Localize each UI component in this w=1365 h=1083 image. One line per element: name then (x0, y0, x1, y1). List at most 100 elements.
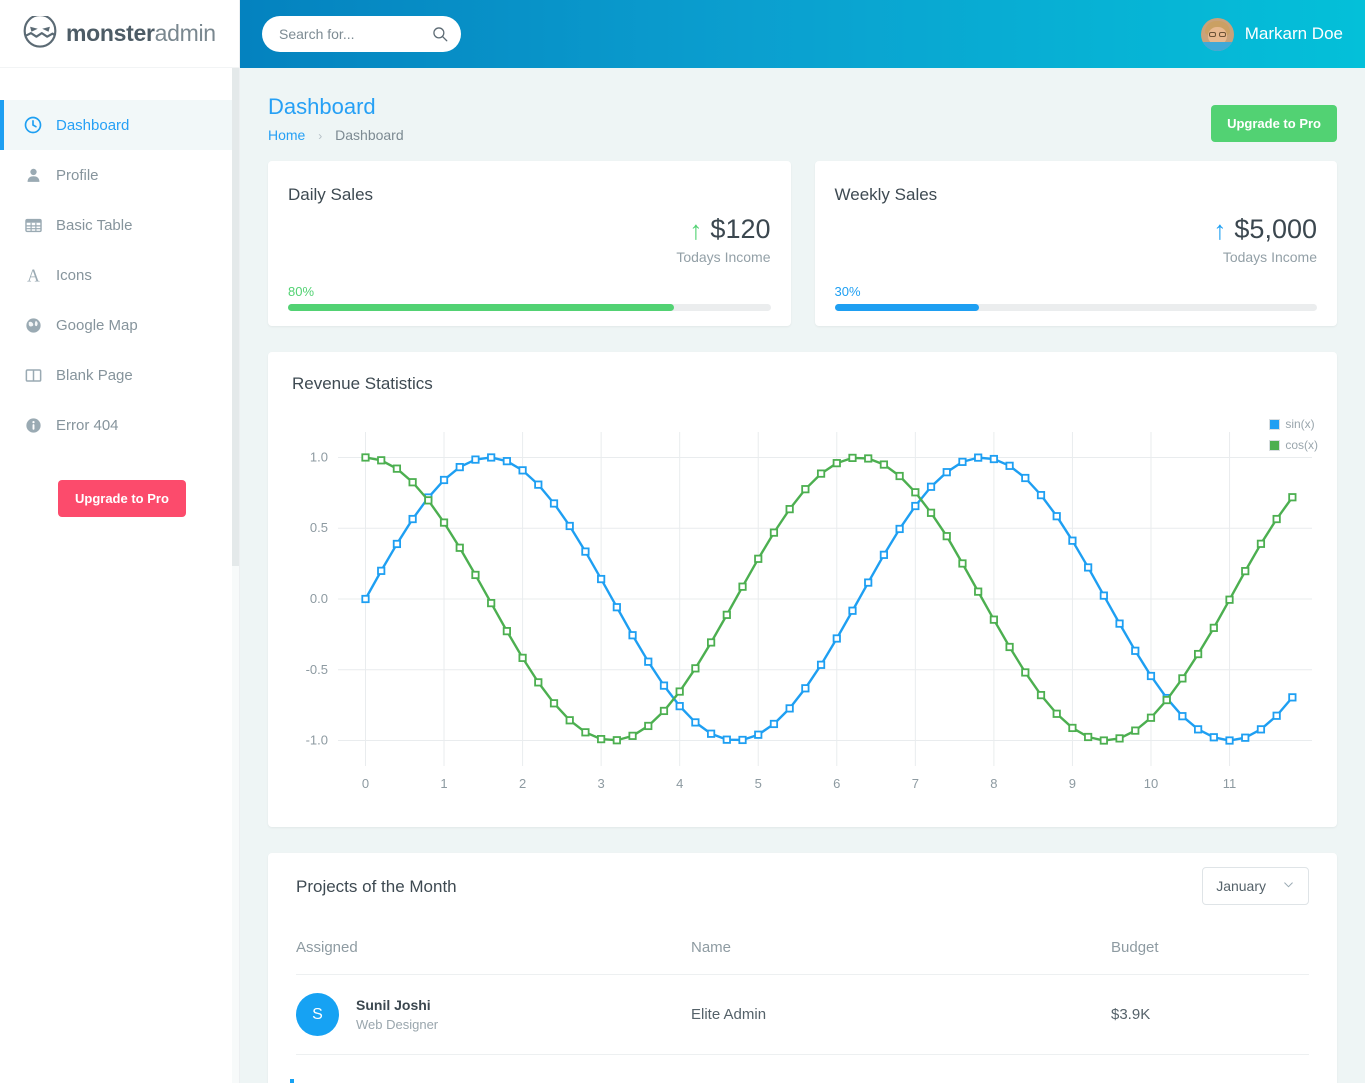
projects-header: Projects of the Month January (296, 867, 1309, 905)
letter-a-icon: A (22, 264, 44, 286)
sidebar-item-label: Dashboard (56, 116, 130, 134)
sidebar-item-label: Icons (56, 266, 92, 284)
table-row[interactable]: S Sunil Joshi Web Designer Elite Admin $… (296, 974, 1309, 1055)
svg-text:2: 2 (519, 776, 526, 791)
sidebar: monsteradmin Dashboard Profile Basic Tab… (0, 0, 240, 1083)
legend-label: cos(x) (1285, 438, 1318, 452)
sidebar-item-label: Blank Page (56, 366, 133, 384)
columns-icon (22, 364, 44, 386)
month-select-value: January (1216, 878, 1266, 894)
table-header: Assigned Name Budget (296, 939, 1309, 975)
svg-text:-1.0: -1.0 (306, 733, 328, 748)
assigned-name: Sunil Joshi (356, 997, 431, 1013)
svg-text:1: 1 (440, 776, 447, 791)
assigned-role: Web Designer (356, 1017, 439, 1032)
search-icon[interactable] (431, 25, 449, 43)
breadcrumb-home[interactable]: Home (268, 127, 305, 143)
column-header-assigned: Assigned (296, 939, 691, 975)
page-header: Dashboard Home › Dashboard Upgrade to Pr… (268, 68, 1337, 161)
chevron-down-icon (1282, 878, 1295, 894)
arrow-up-icon: ↑ (1213, 214, 1227, 245)
cell-budget: $3.9K (1111, 974, 1309, 1055)
sidebar-upgrade-button[interactable]: Upgrade to Pro (58, 480, 186, 517)
svg-text:7: 7 (912, 776, 919, 791)
user-name-label: Markarn Doe (1244, 24, 1343, 43)
progress-label: 80% (288, 284, 315, 299)
sidebar-nav: Dashboard Profile Basic Table A Icons Go… (0, 68, 239, 517)
sidebar-item-basic-table[interactable]: Basic Table (0, 200, 239, 250)
sidebar-item-label: Error 404 (56, 416, 119, 434)
arrow-up-icon: ↑ (689, 214, 703, 245)
assigned-meta: Sunil Joshi Web Designer (356, 997, 438, 1032)
stat-figure: ↑ $120 Todays Income (288, 214, 770, 265)
row-marker (290, 1079, 294, 1083)
projects-table: Assigned Name Budget S Sunil Joshi Web D… (296, 939, 1309, 1055)
breadcrumb: Home › Dashboard (268, 127, 404, 143)
legend-item[interactable]: cos(x) (1269, 435, 1318, 456)
page-title: Dashboard (268, 94, 376, 119)
svg-text:11: 11 (1223, 776, 1237, 791)
sidebar-item-profile[interactable]: Profile (0, 150, 239, 200)
svg-text:6: 6 (833, 776, 840, 791)
brand-name-light: admin (154, 20, 216, 46)
globe-icon (22, 314, 44, 336)
stat-amount-row: ↑ $5,000 (835, 214, 1317, 245)
revenue-statistics-card: Revenue Statistics -1.0 -0.5 0.0 0.5 1.0 0 1 2 3… (268, 352, 1337, 827)
legend-swatch-icon (1269, 440, 1281, 451)
sidebar-item-blank-page[interactable]: Blank Page (0, 350, 239, 400)
card-title: Weekly Sales (834, 185, 938, 204)
brand-name: monsteradmin (66, 20, 216, 47)
svg-text:10: 10 (1144, 776, 1158, 791)
revenue-line-chart: -1.0 -0.5 0.0 0.5 1.0 0 1 2 3 4 5 6 7 8 9 10 11 (306, 432, 1312, 791)
svg-text:3: 3 (598, 776, 605, 791)
avatar-initial: S (296, 993, 339, 1036)
sidebar-item-label: Basic Table (56, 216, 133, 234)
table-grid-icon (22, 214, 44, 236)
sidebar-item-label: Google Map (56, 316, 138, 334)
info-circle-icon (22, 414, 44, 436)
page-content: Dashboard Home › Dashboard Upgrade to Pr… (240, 68, 1365, 1083)
brand-name-bold: monster (66, 20, 155, 46)
chevron-right-icon: › (318, 129, 323, 143)
weekly-sales-card: Weekly Sales ↑ $5,000 Todays Income 30% (814, 161, 1337, 326)
cell-assigned: S Sunil Joshi Web Designer (296, 974, 691, 1055)
table-body: S Sunil Joshi Web Designer Elite Admin $… (296, 974, 1309, 1055)
stat-amount: $5,000 (1234, 214, 1317, 244)
progress-fill (834, 304, 980, 311)
brand-logo[interactable]: monsteradmin (0, 0, 239, 68)
svg-text:1.0: 1.0 (310, 449, 328, 464)
sidebar-item-dashboard[interactable]: Dashboard (0, 100, 239, 150)
cell-project-name: Elite Admin (691, 974, 1111, 1055)
daily-sales-card: Daily Sales ↑ $120 Todays Income 80% (268, 161, 791, 326)
card-title: Daily Sales (288, 185, 374, 204)
sidebar-item-google-map[interactable]: Google Map (0, 300, 239, 350)
sidebar-item-icons[interactable]: A Icons (0, 250, 239, 300)
svg-text:5: 5 (755, 776, 762, 791)
svg-text:4: 4 (676, 776, 683, 791)
avatar (1200, 17, 1234, 51)
stat-subtitle: Todays Income (1222, 249, 1317, 265)
svg-text:0.5: 0.5 (310, 520, 328, 535)
user-icon (22, 164, 44, 186)
projects-of-the-month-card: Projects of the Month January Assigned N… (268, 853, 1337, 1083)
stat-amount-row: ↑ $120 (288, 214, 770, 245)
legend-item[interactable]: sin(x) (1269, 414, 1318, 435)
sidebar-scrollbar-thumb[interactable] (232, 68, 239, 566)
breadcrumb-current: Dashboard (335, 127, 404, 143)
month-select[interactable]: January (1202, 867, 1309, 905)
sidebar-item-label: Profile (56, 166, 99, 184)
stats-row: Daily Sales ↑ $120 Todays Income 80% Wee… (268, 161, 1337, 326)
top-navbar: Markarn Doe (240, 0, 1365, 68)
chart-plot-area: -1.0 -0.5 0.0 0.5 1.0 0 1 2 3 4 5 6 7 8 9 10 11 sin(x) c… (292, 410, 1322, 810)
upgrade-to-pro-button[interactable]: Upgrade to Pro (1211, 105, 1337, 142)
table-header-row: Assigned Name Budget (296, 939, 1309, 975)
card-title: Projects of the Month (296, 877, 457, 896)
sidebar-item-error-404[interactable]: Error 404 (0, 400, 239, 450)
user-menu[interactable]: Markarn Doe (1200, 17, 1343, 51)
card-title: Revenue Statistics (292, 374, 433, 393)
progress-label: 30% (834, 284, 861, 299)
monster-face-icon (22, 13, 58, 52)
svg-text:0.0: 0.0 (310, 591, 328, 606)
main-region: Markarn Doe Dashboard Home › Dashboard U… (240, 0, 1365, 1083)
legend-swatch-icon (1269, 419, 1281, 430)
